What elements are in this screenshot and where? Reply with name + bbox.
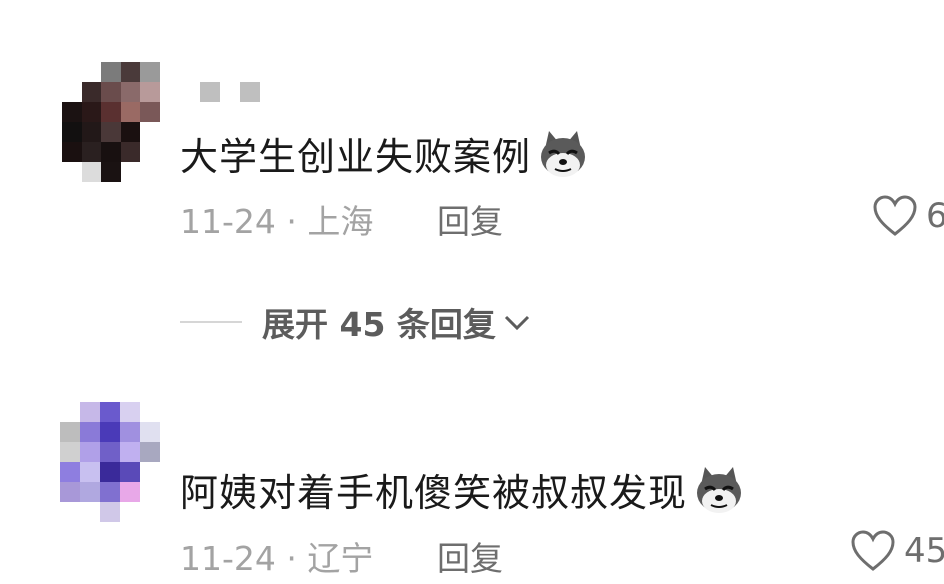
dog-emoji <box>541 130 586 177</box>
comment-meta: 11-24 · 上海 <box>180 202 374 241</box>
comment-text: 阿姨对着手机傻笑被叔叔发现 <box>180 462 745 517</box>
reply-button[interactable]: 回复 <box>437 532 503 580</box>
avatar[interactable] <box>62 62 160 182</box>
like-button[interactable]: 6 <box>872 194 944 238</box>
avatar[interactable] <box>60 402 160 522</box>
comment-body: 大学生创业失败案例 <box>180 135 532 179</box>
redacted-block <box>200 82 220 102</box>
comment-text: 大学生创业失败案例 <box>180 126 589 181</box>
reply-button[interactable]: 回复 <box>437 195 503 243</box>
expand-replies-button[interactable]: 展开 45 条回复 <box>180 298 534 346</box>
like-count: 6 <box>926 196 944 236</box>
like-count: 45 <box>904 531 944 571</box>
divider-line <box>180 321 242 323</box>
heart-icon <box>851 530 895 571</box>
redacted-block <box>240 82 260 102</box>
username-redacted[interactable] <box>200 82 260 102</box>
comment-meta: 11-24 · 辽宁 <box>180 539 374 578</box>
like-button[interactable]: 45 <box>850 529 944 573</box>
dog-emoji <box>697 466 742 513</box>
chevron-down-icon <box>504 315 529 331</box>
heart-icon <box>873 195 917 236</box>
expand-replies-label: 展开 45 条回复 <box>262 305 496 344</box>
comment-body: 阿姨对着手机傻笑被叔叔发现 <box>180 471 688 515</box>
